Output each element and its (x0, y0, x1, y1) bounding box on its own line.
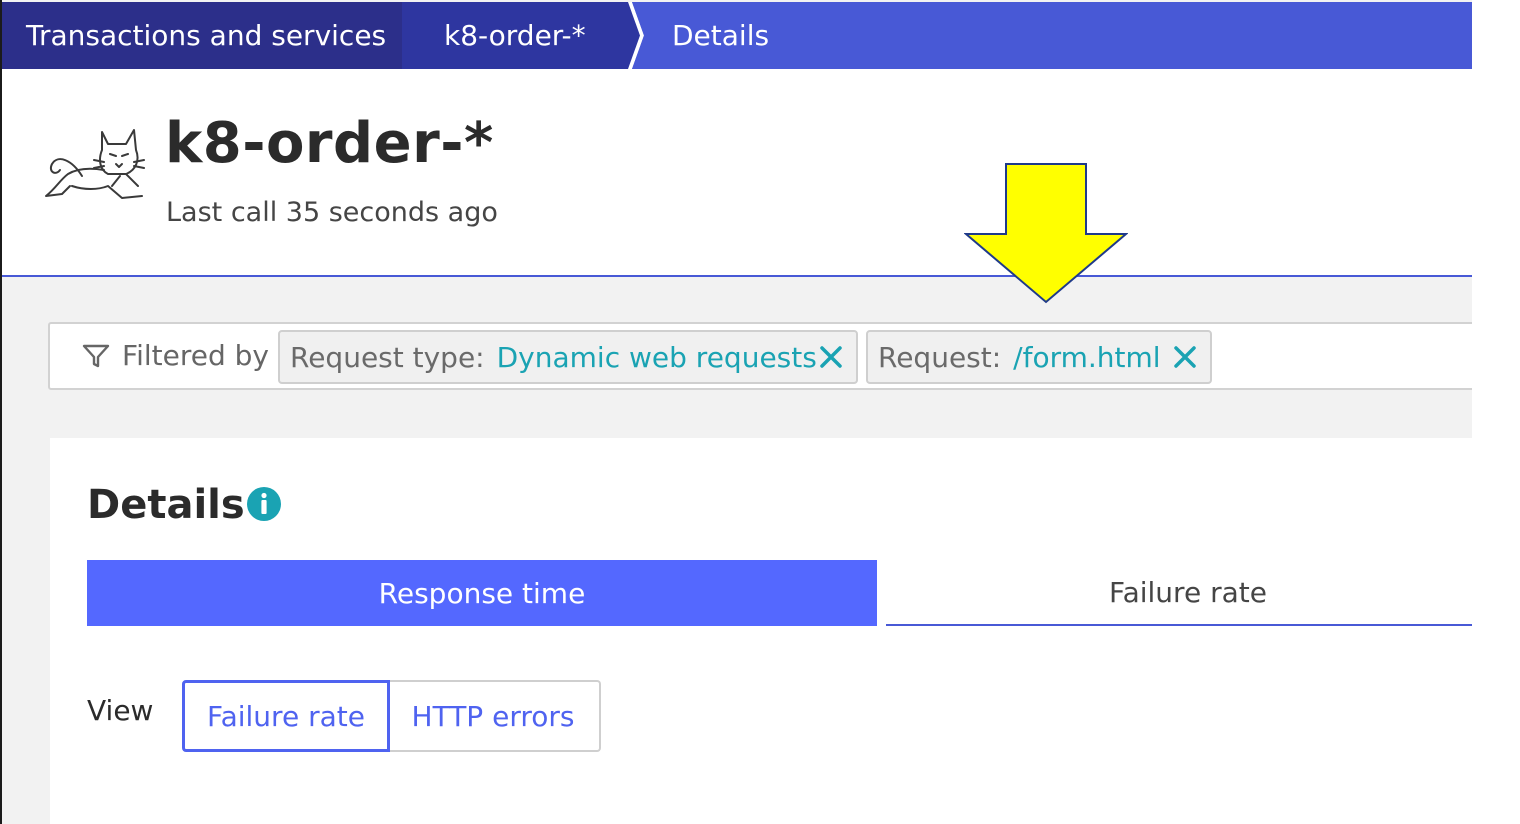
filter-icon (82, 344, 110, 368)
app-frame: Transactions and services k8-order-* Det… (0, 0, 1472, 824)
filter-bar: Filtered by Request type: Dynamic web re… (48, 322, 1472, 390)
chip-key: Request: (878, 340, 1002, 374)
breadcrumb-label: Details (672, 19, 770, 52)
remove-filter-icon[interactable] (1172, 344, 1198, 370)
tab-label: Response time (378, 576, 586, 610)
view-option-failure-rate[interactable]: Failure rate (182, 680, 390, 752)
breadcrumb: Transactions and services k8-order-* Det… (2, 2, 1472, 69)
breadcrumb-label: k8-order-* (444, 19, 586, 52)
filter-chip-request-type[interactable]: Request type: Dynamic web requests (278, 330, 858, 384)
tab-response-time[interactable]: Response time (87, 560, 877, 626)
chip-value: Dynamic web requests (496, 340, 817, 374)
tab-failure-rate[interactable]: Failure rate (886, 560, 1472, 626)
view-option-label: HTTP errors (411, 699, 575, 733)
tab-label: Failure rate (1109, 575, 1267, 609)
breadcrumb-item-details[interactable]: Details (632, 2, 769, 69)
chip-key: Request type: (290, 340, 485, 374)
breadcrumb-label: Transactions and services (26, 19, 387, 52)
view-option-label: Failure rate (207, 699, 365, 733)
tomcat-icon (45, 129, 145, 199)
view-label: View (87, 694, 154, 727)
breadcrumb-item-transactions[interactable]: Transactions and services (2, 2, 402, 69)
chip-value: /form.html (1013, 340, 1161, 374)
filter-chip-request[interactable]: Request: /form.html (866, 330, 1212, 384)
breadcrumb-item-service[interactable]: k8-order-* (402, 2, 632, 69)
page-title: k8-order-* (165, 111, 494, 176)
filtered-by-label: Filtered by (122, 339, 269, 372)
info-icon[interactable] (246, 486, 282, 522)
last-call-text: Last call 35 seconds ago (166, 197, 498, 228)
annotation-arrow-icon (964, 163, 1128, 304)
view-option-http-errors[interactable]: HTTP errors (387, 680, 601, 752)
details-card: Details Response time Failure rate View … (50, 438, 1472, 824)
details-heading: Details (87, 482, 245, 528)
service-header: k8-order-* Last call 35 seconds ago (2, 69, 1472, 277)
remove-filter-icon[interactable] (818, 344, 844, 370)
